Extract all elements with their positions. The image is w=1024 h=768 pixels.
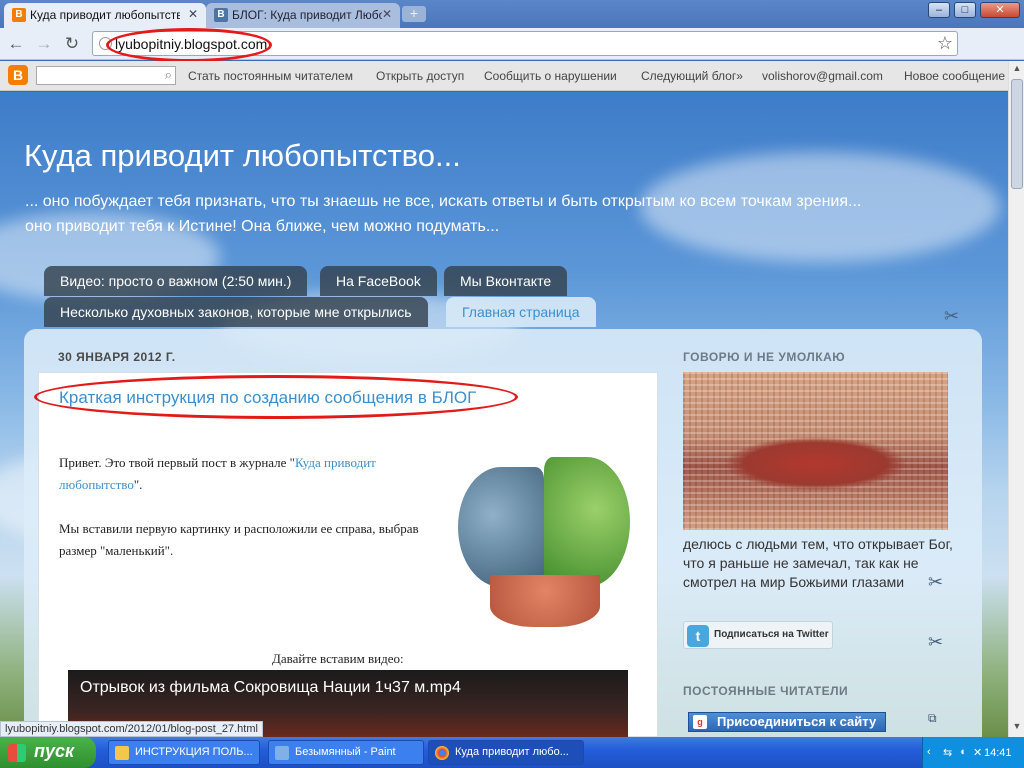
blogger-logo-icon[interactable]: B xyxy=(8,65,28,85)
twitter-follow-button[interactable]: t Подписаться на Twitter xyxy=(683,621,833,649)
page-scrollbar[interactable]: ▲ ▼ xyxy=(1008,61,1024,737)
volume-icon[interactable]: ◖ xyxy=(959,746,966,758)
head-face xyxy=(490,575,600,627)
scroll-thumb[interactable] xyxy=(1011,79,1023,189)
taskbar-item-chrome[interactable]: Куда приводит любо... xyxy=(428,740,584,765)
status-bar-url: lyubopitniy.blogspot.com/2012/01/blog-po… xyxy=(0,721,263,737)
navbar-new-post-link[interactable]: Новое сообщение xyxy=(904,69,1005,83)
edit-tools-icon[interactable]: ✂ xyxy=(928,632,943,653)
tab-vk-blog[interactable]: B БЛОГ: Куда приводит Любоп ✕ xyxy=(206,3,400,28)
minimize-button[interactable]: – xyxy=(928,2,950,18)
tab-title: БЛОГ: Куда приводит Любоп xyxy=(232,8,382,22)
title-annotation-circle xyxy=(34,375,518,419)
blog-title[interactable]: Куда приводит любопытство... xyxy=(24,138,461,174)
search-icon[interactable]: ⌕ xyxy=(165,67,172,83)
tab-home[interactable]: Главная страница xyxy=(446,297,596,327)
widget-title-talk: ГОВОРЮ И НЕ УМОЛКАЮ xyxy=(683,350,846,364)
brain-right-hemisphere xyxy=(544,457,630,587)
windows-logo-icon xyxy=(8,744,26,762)
tab-blog[interactable]: B Куда приводит любопытств ✕ xyxy=(4,3,206,28)
clock: 14:41 xyxy=(984,747,1012,759)
folder-icon xyxy=(115,746,129,760)
twitter-icon: t xyxy=(687,625,709,647)
tab-video[interactable]: Видео: просто о важном (2:50 мин.) xyxy=(44,266,308,296)
tab-vkontakte[interactable]: Мы Вконтакте xyxy=(444,266,568,296)
windows-taskbar: пуск ИНСТРУКЦИЯ ПОЛЬ... Безымянный - Pai… xyxy=(0,737,1024,768)
join-label: Присоединиться к сайту xyxy=(717,714,877,729)
task-label: Безымянный - Paint xyxy=(295,746,396,758)
blogger-navbar: B ⌕ Стать постоянным читателем Открыть д… xyxy=(0,61,1008,91)
post-text-suffix: ". xyxy=(133,477,143,492)
scroll-down-icon[interactable]: ▼ xyxy=(1010,721,1024,735)
blog-description-line1: ... оно побуждает тебя признать, что ты … xyxy=(25,193,862,210)
start-button[interactable]: пуск xyxy=(0,737,96,768)
bookmark-star-icon[interactable]: ☆ xyxy=(937,33,953,54)
browser-tab-strip: B Куда приводит любопытств ✕ B БЛОГ: Куд… xyxy=(0,0,1024,28)
back-icon[interactable]: ← xyxy=(6,34,26,54)
forward-icon[interactable]: → xyxy=(34,34,54,54)
blogger-favicon-icon: B xyxy=(12,8,26,22)
url-annotation-circle xyxy=(106,28,272,62)
reload-icon[interactable]: ↻ xyxy=(62,34,82,54)
close-icon[interactable]: ✕ xyxy=(382,7,392,21)
maximize-button[interactable]: □ xyxy=(954,2,976,18)
network-icon[interactable]: ⇆ xyxy=(943,746,952,759)
tab-title: Куда приводит любопытств xyxy=(30,8,180,22)
widget-description: делюсь с людьми тем, что открывает Бог, … xyxy=(683,536,953,590)
close-window-button[interactable]: ✕ xyxy=(980,2,1020,18)
navbar-search-input[interactable]: ⌕ xyxy=(36,66,176,85)
video-caption: Давайте вставим видео: xyxy=(272,651,404,666)
navbar-share-link[interactable]: Открыть доступ xyxy=(376,69,464,83)
tab-facebook[interactable]: На FaceBook xyxy=(320,266,437,296)
close-icon[interactable]: ✕ xyxy=(188,7,198,21)
start-label: пуск xyxy=(34,741,75,761)
edit-tools-icon[interactable]: ✂ xyxy=(928,572,943,593)
google-icon: g xyxy=(693,715,707,729)
navbar-next-blog-link[interactable]: Следующий блог» xyxy=(641,69,743,83)
scroll-up-icon[interactable]: ▲ xyxy=(1010,63,1024,77)
widget-title-followers: ПОСТОЯННЫЕ ЧИТАТЕЛИ xyxy=(683,684,849,698)
taskbar-item-folder[interactable]: ИНСТРУКЦИЯ ПОЛЬ... xyxy=(108,740,260,765)
post-paragraph-2: Мы вставили первую картинку и расположил… xyxy=(59,521,419,558)
blog-description: ... оно побуждает тебя признать, что ты … xyxy=(25,189,985,239)
vk-favicon-icon: B xyxy=(214,8,228,22)
navbar-account-email[interactable]: volishorov@gmail.com xyxy=(762,69,883,83)
blog-description-line2: оно приводит тебя к Истине! Она ближе, ч… xyxy=(25,218,500,235)
popout-icon[interactable]: ⧉ xyxy=(928,711,937,726)
language-icon[interactable]: ✕ xyxy=(973,746,982,759)
post-text-prefix: Привет. Это твой первый пост в журнале " xyxy=(59,455,295,470)
twitter-label: Подписаться на Twitter xyxy=(714,629,829,640)
navbar-report-link[interactable]: Сообщить о нарушении xyxy=(484,69,617,83)
navbar-follow-link[interactable]: Стать постоянным читателем xyxy=(188,69,353,83)
taskbar-item-paint[interactable]: Безымянный - Paint xyxy=(268,740,424,765)
chrome-icon xyxy=(435,746,449,760)
tab-spiritual-laws[interactable]: Несколько духовных законов, которые мне … xyxy=(44,297,428,327)
brain-illustration[interactable] xyxy=(450,427,630,627)
paint-icon xyxy=(275,746,289,760)
tray-expand-icon[interactable]: ‹ xyxy=(927,746,931,758)
task-label: Куда приводит любо... xyxy=(455,746,569,758)
new-tab-button[interactable]: + xyxy=(402,6,426,22)
brain-left-hemisphere xyxy=(458,467,544,587)
task-label: ИНСТРУКЦИЯ ПОЛЬ... xyxy=(135,746,253,758)
post-paragraph-1: Привет. Это твой первый пост в журнале "… xyxy=(59,452,429,496)
lips-mosaic-image[interactable] xyxy=(683,372,948,530)
video-title[interactable]: Отрывок из фильма Сокровища Нации 1ч37 м… xyxy=(80,679,461,697)
post-date: 30 ЯНВАРЯ 2012 Г. xyxy=(58,350,176,364)
edit-tools-icon[interactable]: ✂ xyxy=(944,306,959,327)
join-site-button[interactable]: g Присоединиться к сайту xyxy=(688,712,886,732)
